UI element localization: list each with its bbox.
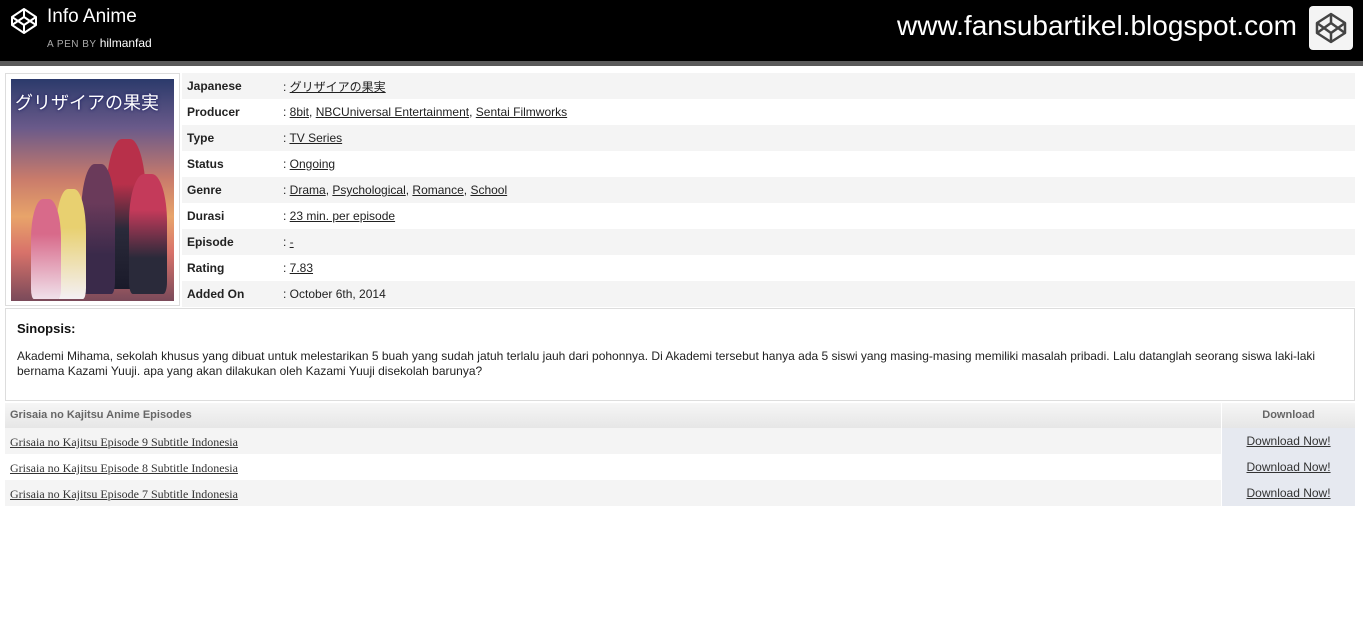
info-table: Japanese : グリザイアの果実 Producer : 8bit, NBCUni…	[182, 73, 1355, 307]
info-value-link[interactable]: School	[470, 183, 507, 197]
episodes-header-download: Download	[1222, 403, 1355, 428]
cover-frame: グリザイアの果実	[5, 73, 180, 306]
pen-title: Info Anime	[47, 6, 137, 27]
download-now-link[interactable]: Download Now!	[1247, 486, 1331, 500]
info-value-link[interactable]: NBCUniversal Entertainment	[316, 105, 469, 119]
info-label: Genre	[187, 183, 222, 197]
cover-character	[81, 164, 115, 294]
info-row-episode: Episode : -	[182, 229, 1355, 255]
synopsis-title: Sinopsis:	[17, 321, 76, 336]
info-row-status: Status : Ongoing	[182, 151, 1355, 177]
info-value-link[interactable]: Psychological	[332, 183, 405, 197]
info-value-link[interactable]: TV Series	[289, 131, 342, 145]
info-row-durasi: Durasi : 23 min. per episode	[182, 203, 1355, 229]
info-label: Producer	[187, 105, 240, 119]
episodes-body: Grisaia no Kajitsu Episode 9 Subtitle In…	[5, 428, 1355, 506]
info-value-link: October 6th, 2014	[289, 287, 386, 301]
info-label: Status	[187, 157, 224, 171]
header-divider	[0, 61, 1363, 66]
episode-row: Grisaia no Kajitsu Episode 7 Subtitle In…	[5, 480, 1355, 506]
info-value-link[interactable]: -	[290, 235, 294, 249]
cover-logo-text: グリザイアの果実	[15, 93, 159, 114]
info-row-producer: Producer : 8bit, NBCUniversal Entertainme…	[182, 99, 1355, 125]
episode-title-cell: Grisaia no Kajitsu Episode 7 Subtitle In…	[5, 480, 1222, 506]
info-value-link[interactable]: 7.83	[290, 261, 313, 275]
info-row-genre: Genre : Drama, Psychological, Romance, Sc…	[182, 177, 1355, 203]
anime-info-section: グリザイアの果実 Japanese : グリザイアの果実 Producer : 8bi…	[5, 73, 1355, 307]
info-row-rating: Rating : 7.83	[182, 255, 1355, 281]
info-value: : 7.83	[283, 261, 314, 275]
episode-title-link[interactable]: Grisaia no Kajitsu Episode 9 Subtitle In…	[10, 435, 238, 449]
info-value-link[interactable]: Sentai Filmworks	[476, 105, 567, 119]
info-label: Japanese	[187, 79, 242, 93]
episodes-header-row: Grisaia no Kajitsu Anime Episodes Downlo…	[5, 403, 1355, 428]
pen-author-link[interactable]: hilmanfad	[100, 36, 152, 50]
episode-row: Grisaia no Kajitsu Episode 9 Subtitle In…	[5, 428, 1355, 454]
episodes-header-title: Grisaia no Kajitsu Anime Episodes	[5, 403, 1222, 428]
pen-byline: A PEN BY hilmanfad	[47, 36, 152, 50]
info-value-link[interactable]: Ongoing	[290, 157, 335, 171]
synopsis-text: Akademi Mihama, sekolah khusus yang dibu…	[17, 349, 1316, 378]
download-now-link[interactable]: Download Now!	[1247, 460, 1331, 474]
info-value-link[interactable]: Drama	[290, 183, 326, 197]
info-value: : 23 min. per episode	[283, 209, 396, 223]
info-row-added-on: Added On : October 6th, 2014	[182, 281, 1355, 307]
site-url-watermark: www.fansubartikel.blogspot.com	[897, 10, 1297, 41]
cover-character	[129, 174, 167, 294]
episode-title-link[interactable]: Grisaia no Kajitsu Episode 7 Subtitle In…	[10, 487, 238, 501]
episode-title-link[interactable]: Grisaia no Kajitsu Episode 8 Subtitle In…	[10, 461, 238, 475]
info-value-link[interactable]: 8bit	[290, 105, 309, 119]
info-value: : October 6th, 2014	[283, 287, 386, 301]
episode-title-cell: Grisaia no Kajitsu Episode 8 Subtitle In…	[5, 454, 1222, 480]
cover-image: グリザイアの果実	[11, 79, 174, 301]
episode-row: Grisaia no Kajitsu Episode 8 Subtitle In…	[5, 454, 1355, 480]
pen-by-label: A PEN BY	[47, 39, 97, 50]
episode-title-cell: Grisaia no Kajitsu Episode 9 Subtitle In…	[5, 428, 1222, 454]
info-label: Type	[187, 131, 215, 145]
info-value-link[interactable]: グリザイアの果実	[290, 80, 386, 94]
info-value: : TV Series	[283, 131, 343, 145]
info-label: Added On	[187, 287, 245, 301]
info-value: : Drama, Psychological, Romance, School	[283, 183, 508, 197]
info-value: : グリザイアの果実	[283, 79, 386, 94]
episode-download-cell: Download Now!	[1222, 454, 1355, 480]
episode-download-cell: Download Now!	[1222, 428, 1355, 454]
cover-character	[31, 199, 61, 299]
codepen-logo-icon[interactable]	[10, 7, 38, 35]
episode-download-cell: Download Now!	[1222, 480, 1355, 506]
info-value: : -	[283, 235, 294, 249]
info-value-link[interactable]: 23 min. per episode	[290, 209, 395, 223]
download-now-link[interactable]: Download Now!	[1247, 434, 1331, 448]
info-value: : 8bit, NBCUniversal Entertainment, Sent…	[283, 105, 568, 119]
info-label: Durasi	[187, 209, 225, 223]
episodes-table: Grisaia no Kajitsu Anime Episodes Downlo…	[5, 403, 1355, 506]
info-label: Episode	[187, 235, 234, 249]
synopsis-box: Sinopsis: Akademi Mihama, sekolah khusus…	[5, 308, 1355, 401]
info-row-japanese: Japanese : グリザイアの果実	[182, 73, 1355, 99]
info-value: : Ongoing	[283, 157, 336, 171]
codepen-badge-icon	[1309, 6, 1353, 50]
info-label: Rating	[187, 261, 225, 275]
top-bar: Info Anime A PEN BY hilmanfad www.fansub…	[0, 0, 1363, 61]
info-row-type: Type : TV Series	[182, 125, 1355, 151]
info-value-link[interactable]: Romance	[412, 183, 463, 197]
